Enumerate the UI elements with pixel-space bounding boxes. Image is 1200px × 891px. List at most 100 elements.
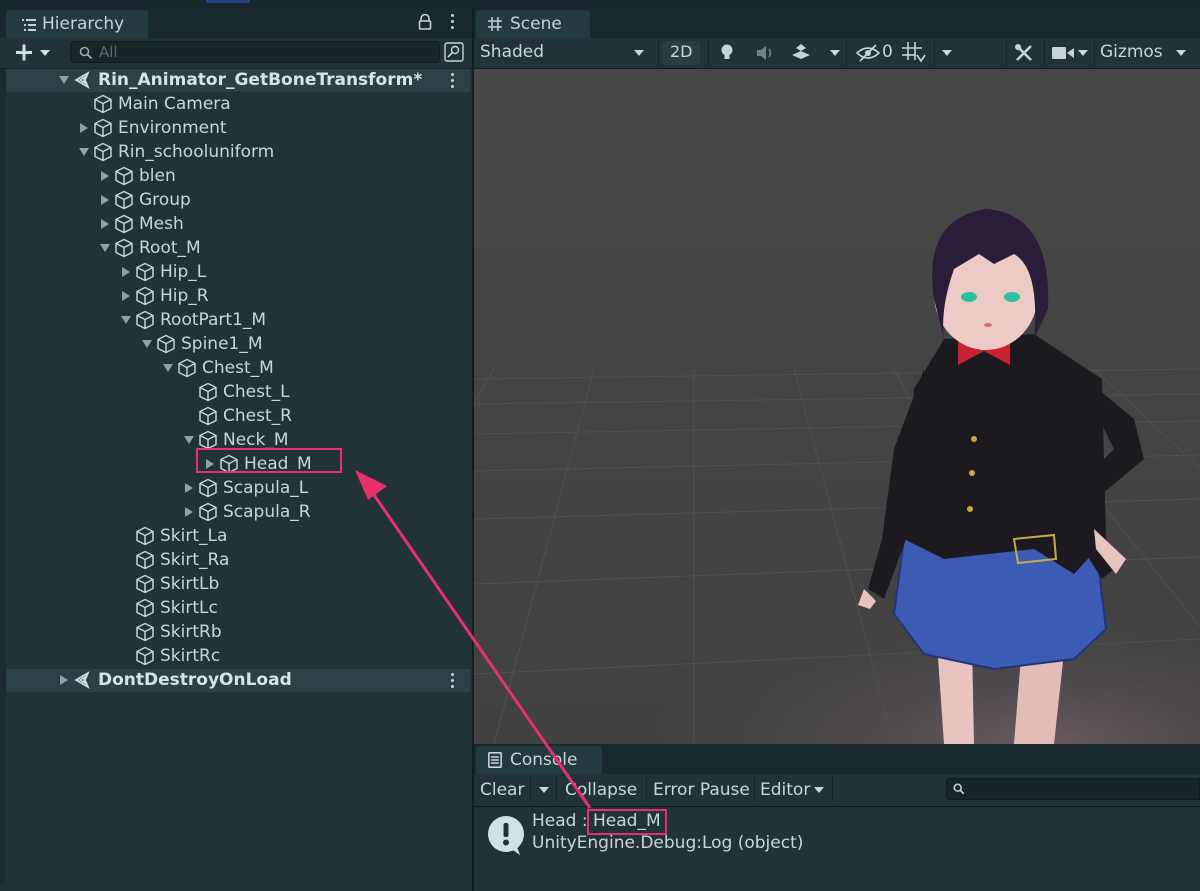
- add-object-button[interactable]: [12, 40, 56, 64]
- hierarchy-item[interactable]: Scapula_L: [0, 477, 470, 500]
- hierarchy-item[interactable]: Rin_schooluniform: [0, 141, 470, 164]
- collapse-button[interactable]: Collapse: [565, 780, 637, 800]
- expand-arrow-down-icon[interactable]: [59, 75, 69, 85]
- hierarchy-item[interactable]: blen: [0, 165, 470, 188]
- hierarchy-gutter: [0, 69, 6, 883]
- gameobject-cube-icon: [94, 118, 112, 138]
- hierarchy-item[interactable]: Environment: [0, 117, 470, 140]
- scene-tabbar: Scene: [474, 8, 1200, 38]
- gameobject-cube-icon: [94, 94, 112, 114]
- chevron-down-icon[interactable]: [1078, 50, 1088, 56]
- expand-arrow-down-icon[interactable]: [121, 315, 131, 325]
- lock-icon[interactable]: [418, 14, 432, 30]
- hierarchy-menu-icon[interactable]: [451, 14, 455, 32]
- expand-arrow-right-icon[interactable]: [100, 171, 110, 181]
- expand-arrow-down-icon[interactable]: [100, 243, 110, 253]
- error-pause-button[interactable]: Error Pause: [653, 780, 750, 800]
- tools-wrench-icon[interactable]: [1014, 43, 1034, 63]
- hierarchy-item[interactable]: RootPart1_M: [0, 309, 470, 332]
- scene-row[interactable]: Rin_Animator_GetBoneTransform*: [0, 69, 470, 92]
- audio-icon[interactable]: [756, 45, 776, 61]
- expand-arrow-down-icon[interactable]: [184, 435, 194, 445]
- toolbar-divider: [530, 776, 531, 802]
- scene-search-icon[interactable]: [444, 42, 464, 62]
- effects-layers-icon[interactable]: [790, 43, 812, 63]
- jacket-button: [971, 436, 977, 442]
- console-search-input[interactable]: [946, 778, 1200, 800]
- gameobject-cube-icon: [199, 502, 217, 522]
- hidden-eye-icon[interactable]: [856, 44, 880, 62]
- hierarchy-item[interactable]: Skirt_La: [0, 525, 470, 548]
- window-top-strip: [0, 0, 1200, 8]
- grid-snap-icon[interactable]: [902, 42, 926, 64]
- hierarchy-item[interactable]: Chest_R: [0, 405, 470, 428]
- hierarchy-item[interactable]: Root_M: [0, 237, 470, 260]
- expand-arrow-right-icon[interactable]: [100, 195, 110, 205]
- gizmos-dropdown[interactable]: Gizmos: [1096, 38, 1186, 68]
- lighting-bulb-icon[interactable]: [720, 44, 734, 62]
- hierarchy-item[interactable]: Mesh: [0, 213, 470, 236]
- camera-icon[interactable]: [1052, 45, 1074, 61]
- item-label-hip-r: Hip_R: [160, 286, 209, 306]
- scene-menu-icon[interactable]: [451, 673, 455, 691]
- scene-menu-icon[interactable]: [451, 73, 455, 91]
- hierarchy-item[interactable]: Skirt_Ra: [0, 549, 470, 572]
- tab-scene[interactable]: Scene: [476, 10, 590, 38]
- unity-scene-icon: [74, 671, 90, 689]
- tab-hierarchy[interactable]: Hierarchy: [6, 10, 148, 38]
- expand-arrow-right-icon[interactable]: [59, 675, 69, 685]
- tab-console[interactable]: Console: [476, 746, 602, 774]
- hierarchy-item[interactable]: Group: [0, 189, 470, 212]
- hierarchy-item[interactable]: Hip_L: [0, 261, 470, 284]
- gameobject-cube-icon: [136, 550, 154, 570]
- draw-mode-dropdown[interactable]: Shaded: [474, 38, 652, 68]
- hierarchy-item[interactable]: SkirtLc: [0, 597, 470, 620]
- grid-hash-icon: [488, 17, 502, 31]
- hierarchy-item[interactable]: Hip_R: [0, 285, 470, 308]
- hierarchy-item[interactable]: Spine1_M: [0, 333, 470, 356]
- gameobject-cube-icon: [199, 382, 217, 402]
- hierarchy-item[interactable]: SkirtRc: [0, 645, 470, 668]
- expand-arrow-down-icon[interactable]: [79, 147, 89, 157]
- item-label-skirtrc: SkirtRc: [160, 646, 221, 666]
- scene-row[interactable]: DontDestroyOnLoad: [0, 669, 470, 692]
- chevron-down-icon[interactable]: [942, 50, 952, 56]
- hierarchy-item[interactable]: SkirtLb: [0, 573, 470, 596]
- expand-arrow-right-icon[interactable]: [100, 219, 110, 229]
- search-icon: [953, 783, 965, 795]
- console-log-entry[interactable]: Head : Head_M UnityEngine.Debug:Log (obj…: [474, 808, 1200, 858]
- hierarchy-item[interactable]: Chest_M: [0, 357, 470, 380]
- hierarchy-item[interactable]: SkirtRb: [0, 621, 470, 644]
- expand-arrow-right-icon[interactable]: [184, 483, 194, 493]
- hierarchy-item[interactable]: Scapula_R: [0, 501, 470, 524]
- clear-options-chevron-icon[interactable]: [539, 787, 549, 793]
- toolbar-divider: [556, 776, 557, 802]
- gameobject-cube-icon: [199, 406, 217, 426]
- gameobject-cube-icon: [199, 430, 217, 450]
- gameobject-cube-icon: [94, 142, 112, 162]
- viewport-canvas[interactable]: [474, 69, 1200, 744]
- console-icon: [488, 752, 502, 768]
- expand-arrow-right-icon[interactable]: [121, 267, 131, 277]
- chevron-down-icon[interactable]: [830, 50, 840, 56]
- expand-arrow-down-icon[interactable]: [163, 363, 173, 373]
- item-label-mesh: Mesh: [139, 214, 184, 234]
- hierarchy-search-input[interactable]: All: [70, 41, 440, 63]
- jacket-button: [967, 506, 973, 512]
- editor-dropdown[interactable]: Editor: [756, 774, 830, 804]
- expand-arrow-right-icon[interactable]: [184, 507, 194, 517]
- toolbar-divider: [934, 40, 935, 66]
- item-label-group: Group: [139, 190, 191, 210]
- 2d-toggle-button[interactable]: 2D: [662, 41, 700, 65]
- hierarchy-item[interactable]: Main Camera: [0, 93, 470, 116]
- expand-arrow-right-icon[interactable]: [79, 123, 89, 133]
- clear-button[interactable]: Clear: [480, 780, 524, 800]
- expand-arrow-down-icon[interactable]: [142, 339, 152, 349]
- expand-arrow-right-icon[interactable]: [121, 291, 131, 301]
- scene-viewport[interactable]: [474, 69, 1200, 744]
- toolbar-divider: [1094, 40, 1095, 66]
- draw-mode-label: Shaded: [480, 42, 545, 62]
- unity-scene-icon: [74, 71, 90, 89]
- console-tab-label: Console: [510, 750, 578, 770]
- hierarchy-item[interactable]: Chest_L: [0, 381, 470, 404]
